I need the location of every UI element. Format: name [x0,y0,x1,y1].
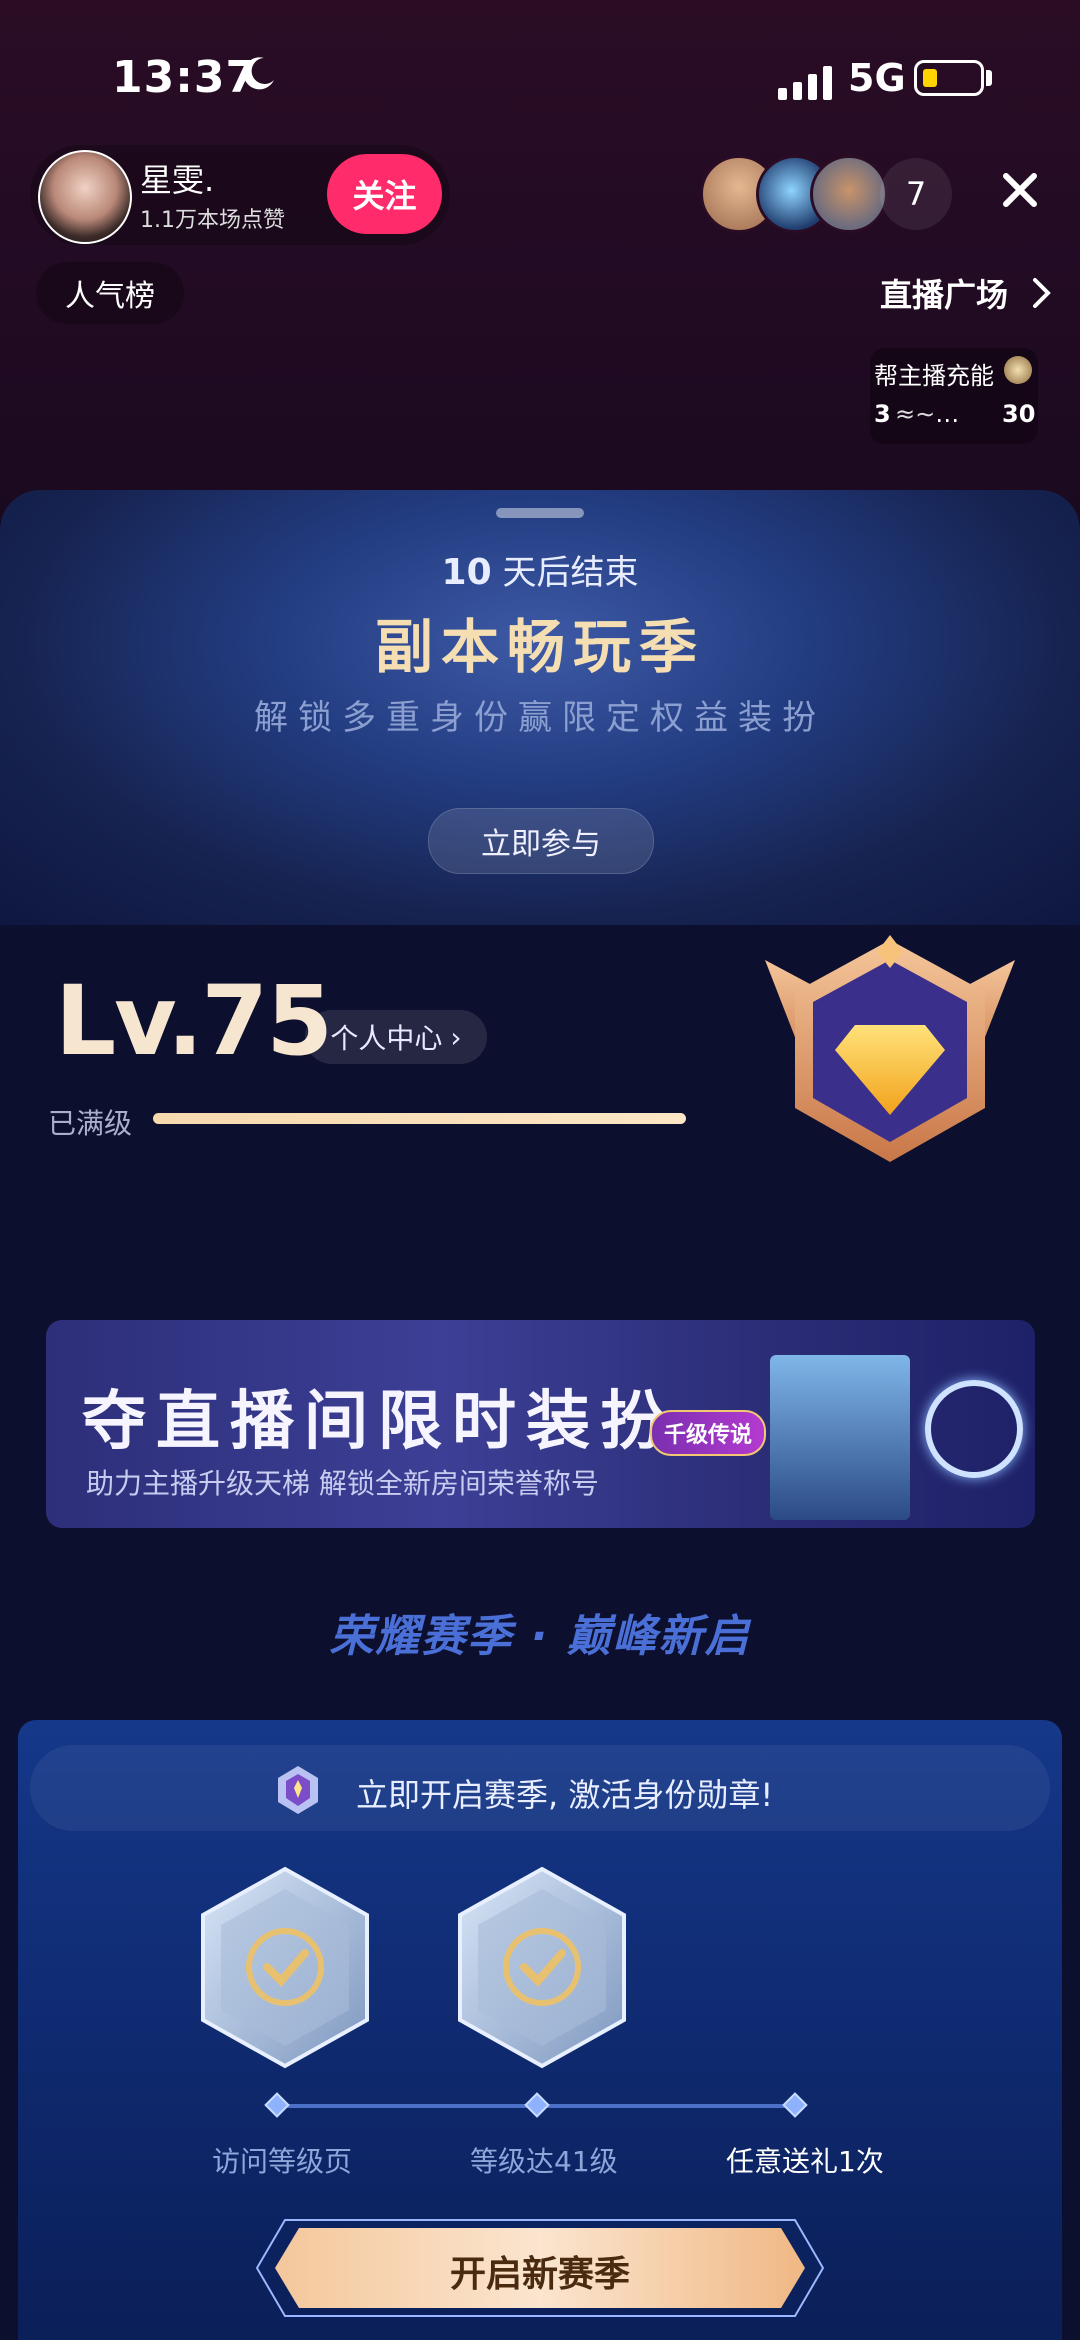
signal-icon [778,64,832,100]
popularity-ranking[interactable]: 人气榜 [36,262,184,324]
legend-tag: 千级传说 [650,1410,766,1456]
charge-mid: … [935,400,960,428]
countdown-suffix: 天后结束 [502,553,639,593]
sheet-handle[interactable] [496,508,584,518]
battery-icon [914,60,984,96]
host-avatar[interactable] [38,150,132,244]
host-name: 星雯. [140,161,215,199]
charge-right-value: 30 [1002,400,1036,428]
viewer-avatar[interactable] [810,155,888,233]
personal-center-button[interactable]: 个人中心 › [305,1010,487,1064]
battery-nub [986,70,992,86]
diamond-badge-icon [765,935,1015,1162]
season-countdown: 10 天后结束 [0,545,1080,594]
charge-ellipsis: ≈∼… [895,400,960,428]
step-label: 任意送礼1次 [726,2145,884,2178]
moon-icon [243,57,274,90]
network-type: 5G [848,56,906,100]
glory-season-heading: 荣耀赛季 · 巅峰新启 [329,1611,751,1662]
season-title: 副本畅玩季 [374,613,705,681]
level-value: Lv.75 [55,965,333,1077]
check-hex-icon [458,1866,626,2069]
personal-center-label: 个人中心 [330,1022,443,1055]
step-label: 访问等级页 [212,2145,353,2178]
follow-button[interactable]: 关注 [327,154,442,234]
start-season-label[interactable]: 开启新赛季 [255,2245,825,2297]
viewer-count[interactable]: 7 [880,158,952,230]
step-label: 等级达41级 [470,2145,618,2178]
medal-icon [278,1766,318,1814]
charge-title: 帮主播充能 [874,362,994,390]
avatar-frame-icon [925,1380,1023,1478]
live-plaza-link[interactable]: 直播广场 [880,270,1008,316]
close-icon[interactable] [990,160,1050,220]
promo-title: 夺直播间限时装扮 [82,1385,674,1459]
countdown-days: 10 [441,552,492,593]
season-subtitle: 解锁多重身份赢限定权益装扮 [254,698,826,738]
coin-icon [1004,356,1032,384]
join-button[interactable]: 立即参与 [428,808,654,874]
season-prompt-text: 立即开启赛季, 激活身份勋章! [356,1776,774,1814]
chevron-right-icon[interactable] [1030,275,1054,311]
charge-left-value: 3 [874,400,891,428]
promo-subtitle: 助力主播升级天梯 解锁全新房间荣誉称号 [86,1467,599,1500]
level-status: 已满级 [48,1107,133,1140]
host-likes: 1.1万本场点赞 [140,208,285,233]
chevron-right-icon: › [450,1020,462,1054]
room-preview-image [770,1355,910,1520]
level-progress-bar [153,1113,686,1124]
status-time: 13:37 [112,52,258,103]
check-hex-icon [201,1866,369,2069]
